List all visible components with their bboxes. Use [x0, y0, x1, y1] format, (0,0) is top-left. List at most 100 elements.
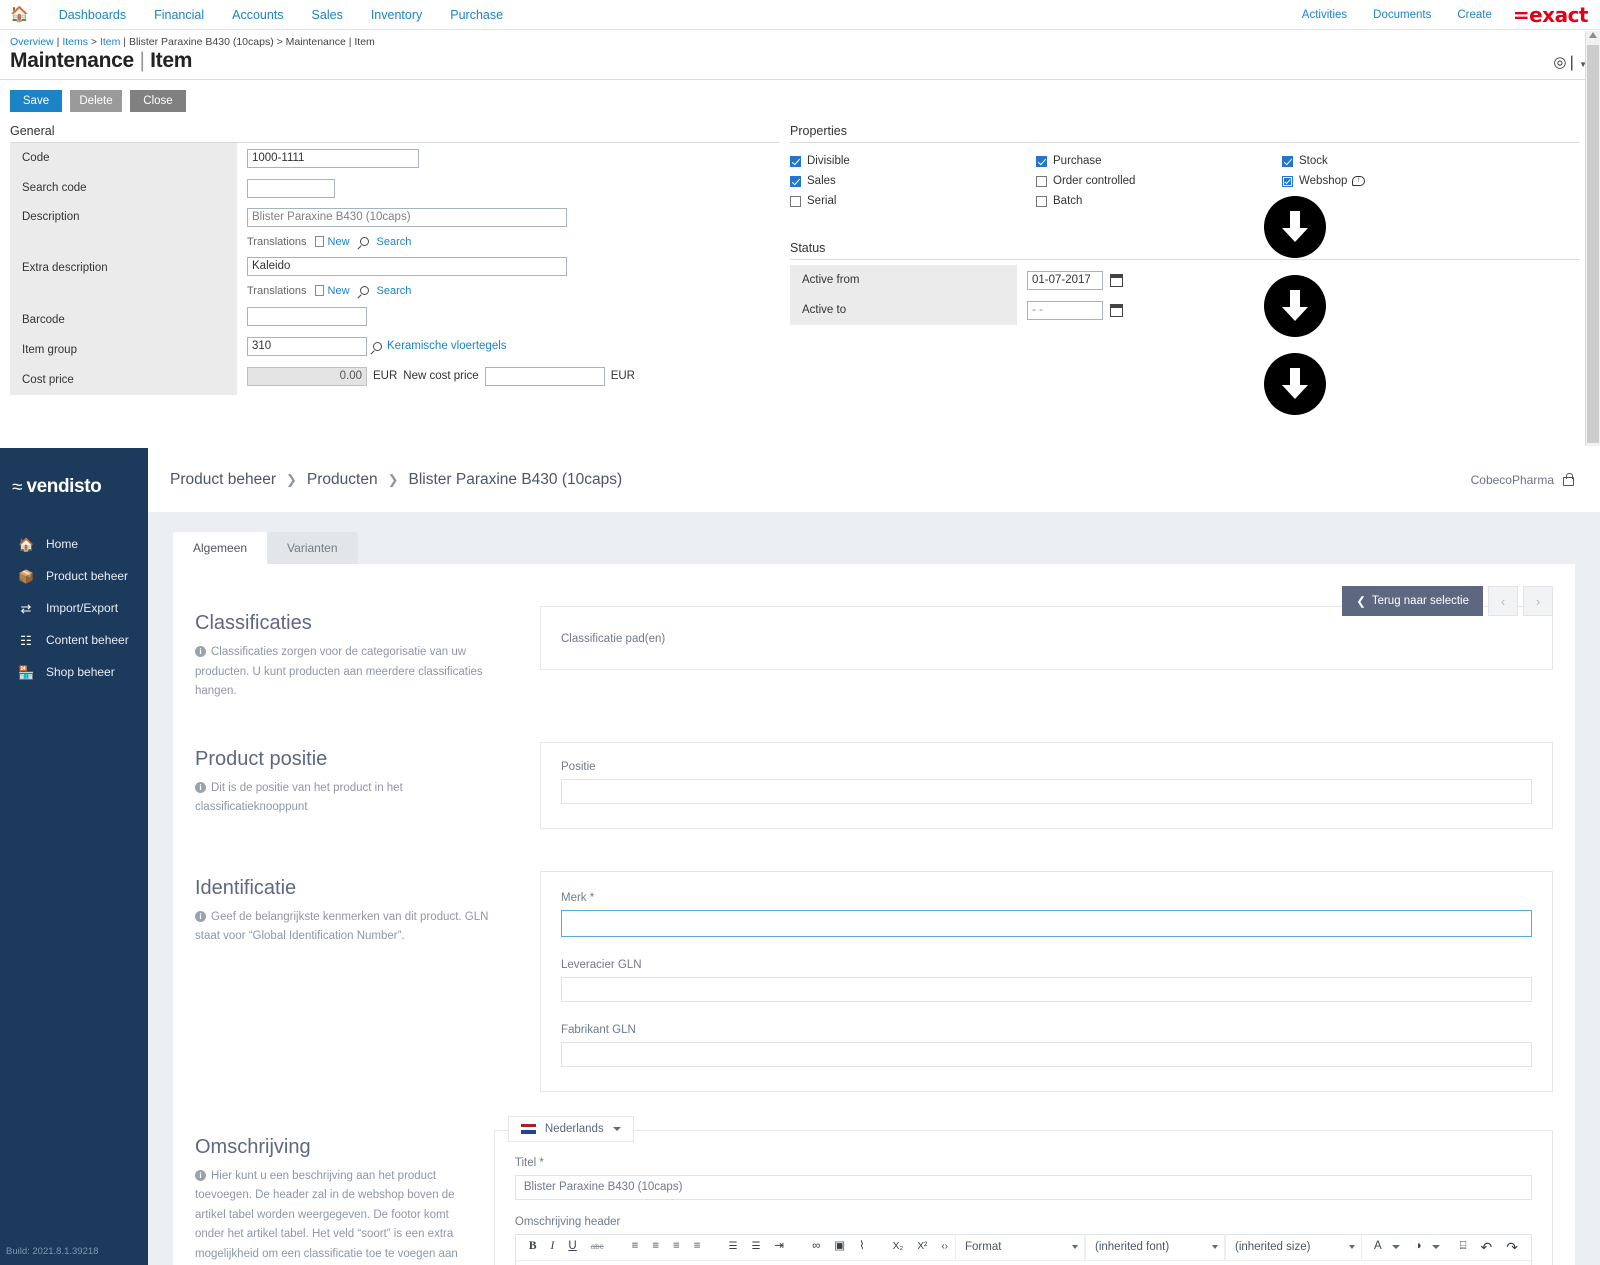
breadcrumb-overview[interactable]: Overview [10, 36, 54, 48]
new-document-icon-2[interactable] [314, 285, 324, 296]
search-icon-2[interactable] [359, 286, 369, 295]
item-group-link[interactable]: Keramische vloertegels [387, 340, 507, 352]
breadcrumb-product-beheer[interactable]: Product beheer [170, 471, 276, 489]
home-icon[interactable]: 🏠 [10, 7, 29, 22]
description-new-link[interactable]: New [328, 236, 350, 248]
background-color-icon[interactable]: ◑ [1408, 1235, 1429, 1259]
attachment-icon[interactable]: ⌇ [852, 1235, 872, 1259]
link-icon[interactable]: ∞ [805, 1235, 827, 1259]
sidebar-item-import-export[interactable]: ⇄ Import/Export [0, 592, 148, 624]
tab-varianten[interactable]: Varianten [267, 532, 358, 564]
tab-algemeen[interactable]: Algemeen [173, 532, 268, 564]
checkbox-stock[interactable]: Stock [1282, 151, 1365, 171]
checkbox-order-controlled[interactable]: Order controlled [1036, 171, 1282, 191]
nav-create[interactable]: Create [1444, 9, 1505, 21]
active-from-input[interactable] [1027, 270, 1103, 290]
language-selector[interactable]: Nederlands [507, 1115, 634, 1142]
bullet-list-icon[interactable]: ☰ [721, 1235, 744, 1259]
source-code-icon[interactable]: ‹› [934, 1235, 955, 1259]
nav-documents[interactable]: Documents [1360, 9, 1444, 21]
align-center-icon[interactable]: ≡ [645, 1235, 666, 1259]
nav-activities[interactable]: Activities [1289, 9, 1360, 21]
webshop-checkbox-icon[interactable] [1282, 175, 1293, 187]
stock-checkbox-icon[interactable] [1282, 155, 1293, 167]
tenant-indicator[interactable]: CobecoPharma [1471, 448, 1574, 512]
format-dropdown[interactable]: Format [955, 1234, 1085, 1261]
align-left-icon[interactable]: ≡ [625, 1235, 646, 1259]
code-input[interactable] [247, 148, 419, 168]
redo-icon[interactable]: ↷ [1499, 1235, 1525, 1259]
checkbox-webshop[interactable]: Webshop! [1282, 171, 1366, 191]
sales-checkbox-icon[interactable] [790, 175, 801, 187]
new-cost-price-input[interactable] [484, 366, 605, 386]
superscript-icon[interactable]: X² [910, 1235, 934, 1259]
numbered-list-icon[interactable]: ☰ [744, 1235, 767, 1259]
align-right-icon[interactable]: ≡ [666, 1235, 687, 1259]
table-icon[interactable]: ⌸ [1450, 1235, 1474, 1259]
indent-icon[interactable]: ⇥ [767, 1235, 791, 1259]
sidebar-item-shop-beheer[interactable]: 🏪 Shop beheer [0, 656, 148, 688]
breadcrumb-item[interactable]: Item [100, 36, 120, 48]
checkbox-serial[interactable]: Serial [790, 191, 1036, 211]
calendar-icon-from[interactable] [1110, 273, 1123, 287]
underline-icon[interactable]: U [561, 1235, 583, 1259]
comment-icon[interactable]: ! [1352, 176, 1366, 186]
previous-record-button[interactable]: ‹ [1488, 586, 1518, 616]
checkbox-divisible[interactable]: Divisible [790, 151, 1036, 171]
tools-menu-icon[interactable]: ◎❘ ▼ [1553, 53, 1587, 71]
fabrikant-gln-input[interactable] [561, 1041, 1532, 1067]
batch-checkbox-icon[interactable] [1036, 195, 1047, 207]
nav-dashboards[interactable]: Dashboards [45, 8, 140, 22]
purchase-checkbox-icon[interactable] [1036, 155, 1047, 167]
extra-description-input[interactable] [247, 256, 567, 276]
close-button[interactable]: Close [130, 90, 186, 112]
titel-input[interactable] [514, 1174, 1532, 1200]
checkbox-sales[interactable]: Sales [790, 171, 1036, 191]
barcode-input[interactable] [247, 306, 367, 326]
rich-text-editor[interactable]: B I U abc ≡ ≡ ≡ ≡ ☰ ☰ ⇥ ∞ ▣ ⌇ X₂ X² ‹› F… [514, 1233, 1532, 1265]
active-to-input[interactable] [1027, 300, 1103, 320]
chevron-down-icon-text-color[interactable] [1391, 1245, 1400, 1250]
italic-icon[interactable]: I [544, 1235, 562, 1259]
order-controlled-checkbox-icon[interactable] [1036, 175, 1047, 187]
leveracier-gln-input[interactable] [561, 976, 1532, 1002]
search-code-input[interactable] [247, 178, 335, 198]
positie-input[interactable] [561, 778, 1532, 804]
image-icon[interactable]: ▣ [827, 1235, 852, 1259]
sidebar-item-product-beheer[interactable]: 📦 Product beheer [0, 560, 148, 592]
bold-icon[interactable]: B [522, 1235, 544, 1259]
nav-financial[interactable]: Financial [140, 8, 218, 22]
align-justify-icon[interactable]: ≡ [687, 1235, 708, 1259]
delete-button[interactable]: Delete [70, 90, 122, 112]
editor-content-area[interactable] [515, 1260, 1531, 1265]
sidebar-item-content-beheer[interactable]: ☷ Content beheer [0, 624, 148, 656]
description-search-link[interactable]: Search [377, 236, 412, 248]
chevron-down-icon-bg-color[interactable] [1431, 1245, 1440, 1250]
extra-new-link[interactable]: New [328, 285, 350, 297]
item-group-input[interactable] [247, 336, 367, 356]
scroll-up-arrow-icon[interactable] [1589, 32, 1597, 38]
checkbox-purchase[interactable]: Purchase [1036, 151, 1282, 171]
undo-icon[interactable]: ↶ [1474, 1235, 1500, 1259]
breadcrumb-items[interactable]: Items [62, 36, 88, 48]
text-color-icon[interactable]: A [1362, 1235, 1389, 1259]
checkbox-batch[interactable]: Batch [1036, 191, 1282, 211]
nav-sales[interactable]: Sales [298, 8, 357, 22]
scrollbar-thumb[interactable] [1587, 45, 1599, 443]
next-record-button[interactable]: › [1523, 586, 1553, 616]
description-input[interactable] [247, 207, 567, 227]
breadcrumb-producten[interactable]: Producten [307, 471, 378, 489]
font-dropdown[interactable]: (inherited font) [1085, 1234, 1225, 1261]
nav-purchase[interactable]: Purchase [436, 8, 517, 22]
divisible-checkbox-icon[interactable] [790, 155, 801, 167]
size-dropdown[interactable]: (inherited size) [1225, 1234, 1362, 1261]
extra-search-link[interactable]: Search [377, 285, 412, 297]
strikethrough-icon[interactable]: abc [584, 1235, 611, 1259]
save-button[interactable]: Save [10, 90, 62, 112]
subscript-icon[interactable]: X₂ [886, 1235, 911, 1259]
serial-checkbox-icon[interactable] [790, 195, 801, 207]
search-icon[interactable] [359, 237, 369, 246]
new-document-icon[interactable] [314, 236, 324, 247]
merk-input[interactable] [561, 909, 1532, 937]
calendar-icon-to[interactable] [1110, 303, 1123, 317]
